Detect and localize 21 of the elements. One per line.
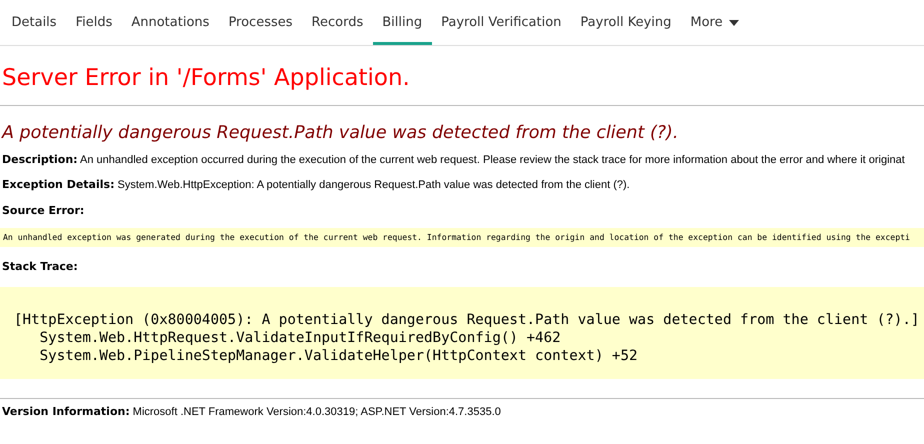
tab[interactable]: Annotations — [122, 0, 219, 45]
exception-details-text: Exception Details: System.Web.HttpException: A potentially dangerous Request.Path value was detected from the client (?). — [2, 177, 631, 193]
tab[interactable]: Billing — [372, 0, 432, 45]
tab[interactable]: Records — [302, 0, 373, 45]
source-error-text: An unhandled exception was generated during the execution of the current web request. Information regarding the origin and location of the exception can be identified using the excepti — [0, 228, 924, 247]
stack-trace-line: [HttpException (0x80004005): A potentially dangerous Request.Path value was detected from the client (?).] — [14, 311, 920, 329]
source-error-label: Source Error: — [2, 203, 86, 219]
tab[interactable]: Fields — [66, 0, 122, 45]
tab[interactable]: Payroll Keying — [570, 0, 681, 45]
tab[interactable]: Details — [2, 0, 66, 45]
version-information-text: Version Information: Microsoft .NET Framework Version:4.0.30319; ASP.NET Version:4.7.3535.0 — [2, 404, 502, 420]
tab[interactable]: Processes — [218, 0, 302, 45]
description-text: Description: An unhandled exception occurred during the execution of the current web request. Please review the stack trace for more information about the error and where it originat — [2, 152, 906, 168]
tab[interactable]: Payroll Verification — [432, 0, 571, 45]
error-heading: A potentially dangerous Request.Path value was detected from the client (?). — [2, 122, 680, 145]
caret-icon — [728, 20, 739, 26]
stack-trace-line: System.Web.HttpRequest.ValidateInputIfRequiredByConfig() +462 — [38, 329, 561, 347]
stack-trace-line: System.Web.PipelineStepManager.ValidateHelper(HttpContext context) +52 — [38, 347, 638, 365]
page-title: Server Error in '/Forms' Application. — [2, 64, 411, 93]
tab[interactable]: More — [680, 0, 748, 45]
stack-trace-label: Stack Trace: — [2, 259, 79, 275]
